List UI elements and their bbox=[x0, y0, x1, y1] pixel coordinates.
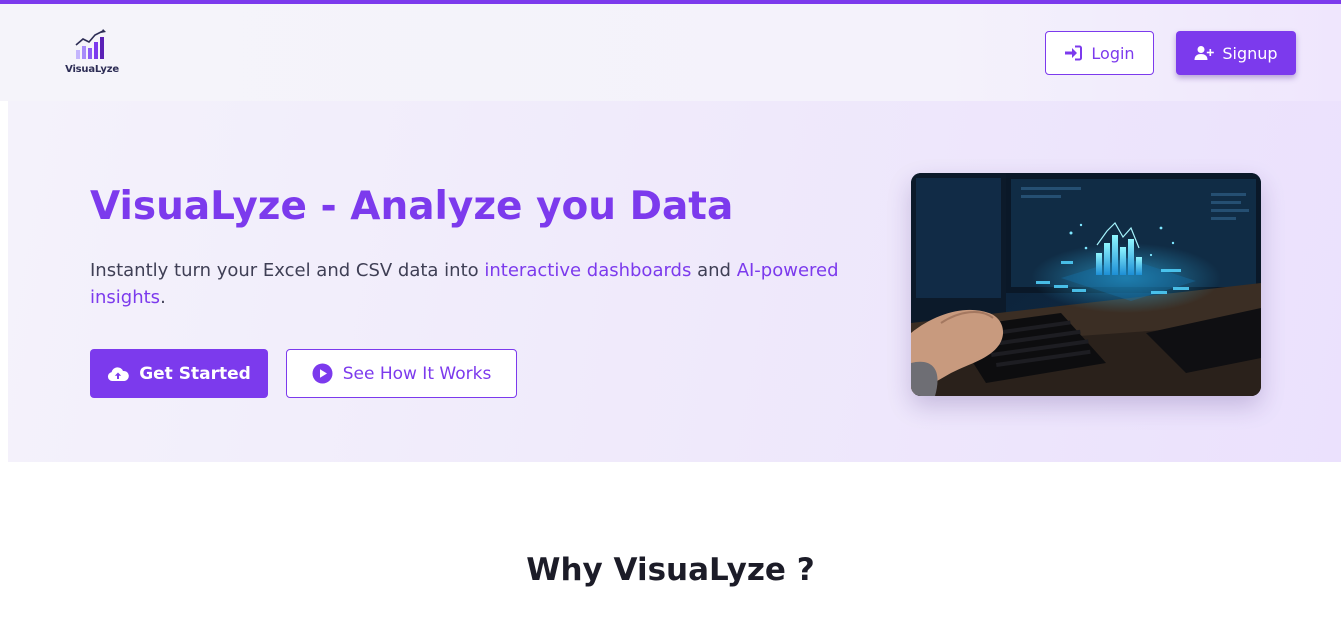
signup-label: Signup bbox=[1222, 43, 1278, 63]
sign-in-icon bbox=[1065, 45, 1083, 61]
login-label: Login bbox=[1091, 43, 1135, 63]
subtitle-highlight-dashboards: interactive dashboards bbox=[484, 260, 692, 281]
get-started-button[interactable]: Get Started bbox=[90, 349, 268, 398]
user-plus-icon bbox=[1194, 46, 1215, 60]
signup-button[interactable]: Signup bbox=[1176, 31, 1296, 75]
hero-subtitle: Instantly turn your Excel and CSV data i… bbox=[90, 257, 860, 311]
login-button[interactable]: Login bbox=[1045, 31, 1154, 75]
hero-title: VisuaLyze - Analyze you Data bbox=[90, 184, 734, 229]
logo-text: VisuaLyze bbox=[65, 64, 119, 75]
see-how-it-works-button[interactable]: See How It Works bbox=[286, 349, 517, 398]
hero-section: VisuaLyze - Analyze you Data Instantly t… bbox=[8, 101, 1341, 462]
cloud-upload-icon bbox=[108, 366, 130, 381]
subtitle-text-2: and bbox=[691, 260, 737, 281]
bar-chart-logo-icon bbox=[75, 29, 106, 59]
site-header: VisuaLyze Login Signup bbox=[0, 4, 1341, 101]
subtitle-text-1: Instantly turn your Excel and CSV data i… bbox=[90, 260, 485, 281]
logo[interactable]: VisuaLyze bbox=[62, 28, 122, 80]
subtitle-text-3: . bbox=[160, 287, 166, 308]
see-how-label: See How It Works bbox=[342, 363, 492, 384]
play-circle-icon bbox=[312, 363, 333, 384]
get-started-label: Get Started bbox=[139, 363, 251, 384]
hero-dashboard-image bbox=[911, 173, 1261, 396]
why-visualyze-heading: Why VisuaLyze ? bbox=[526, 552, 815, 588]
